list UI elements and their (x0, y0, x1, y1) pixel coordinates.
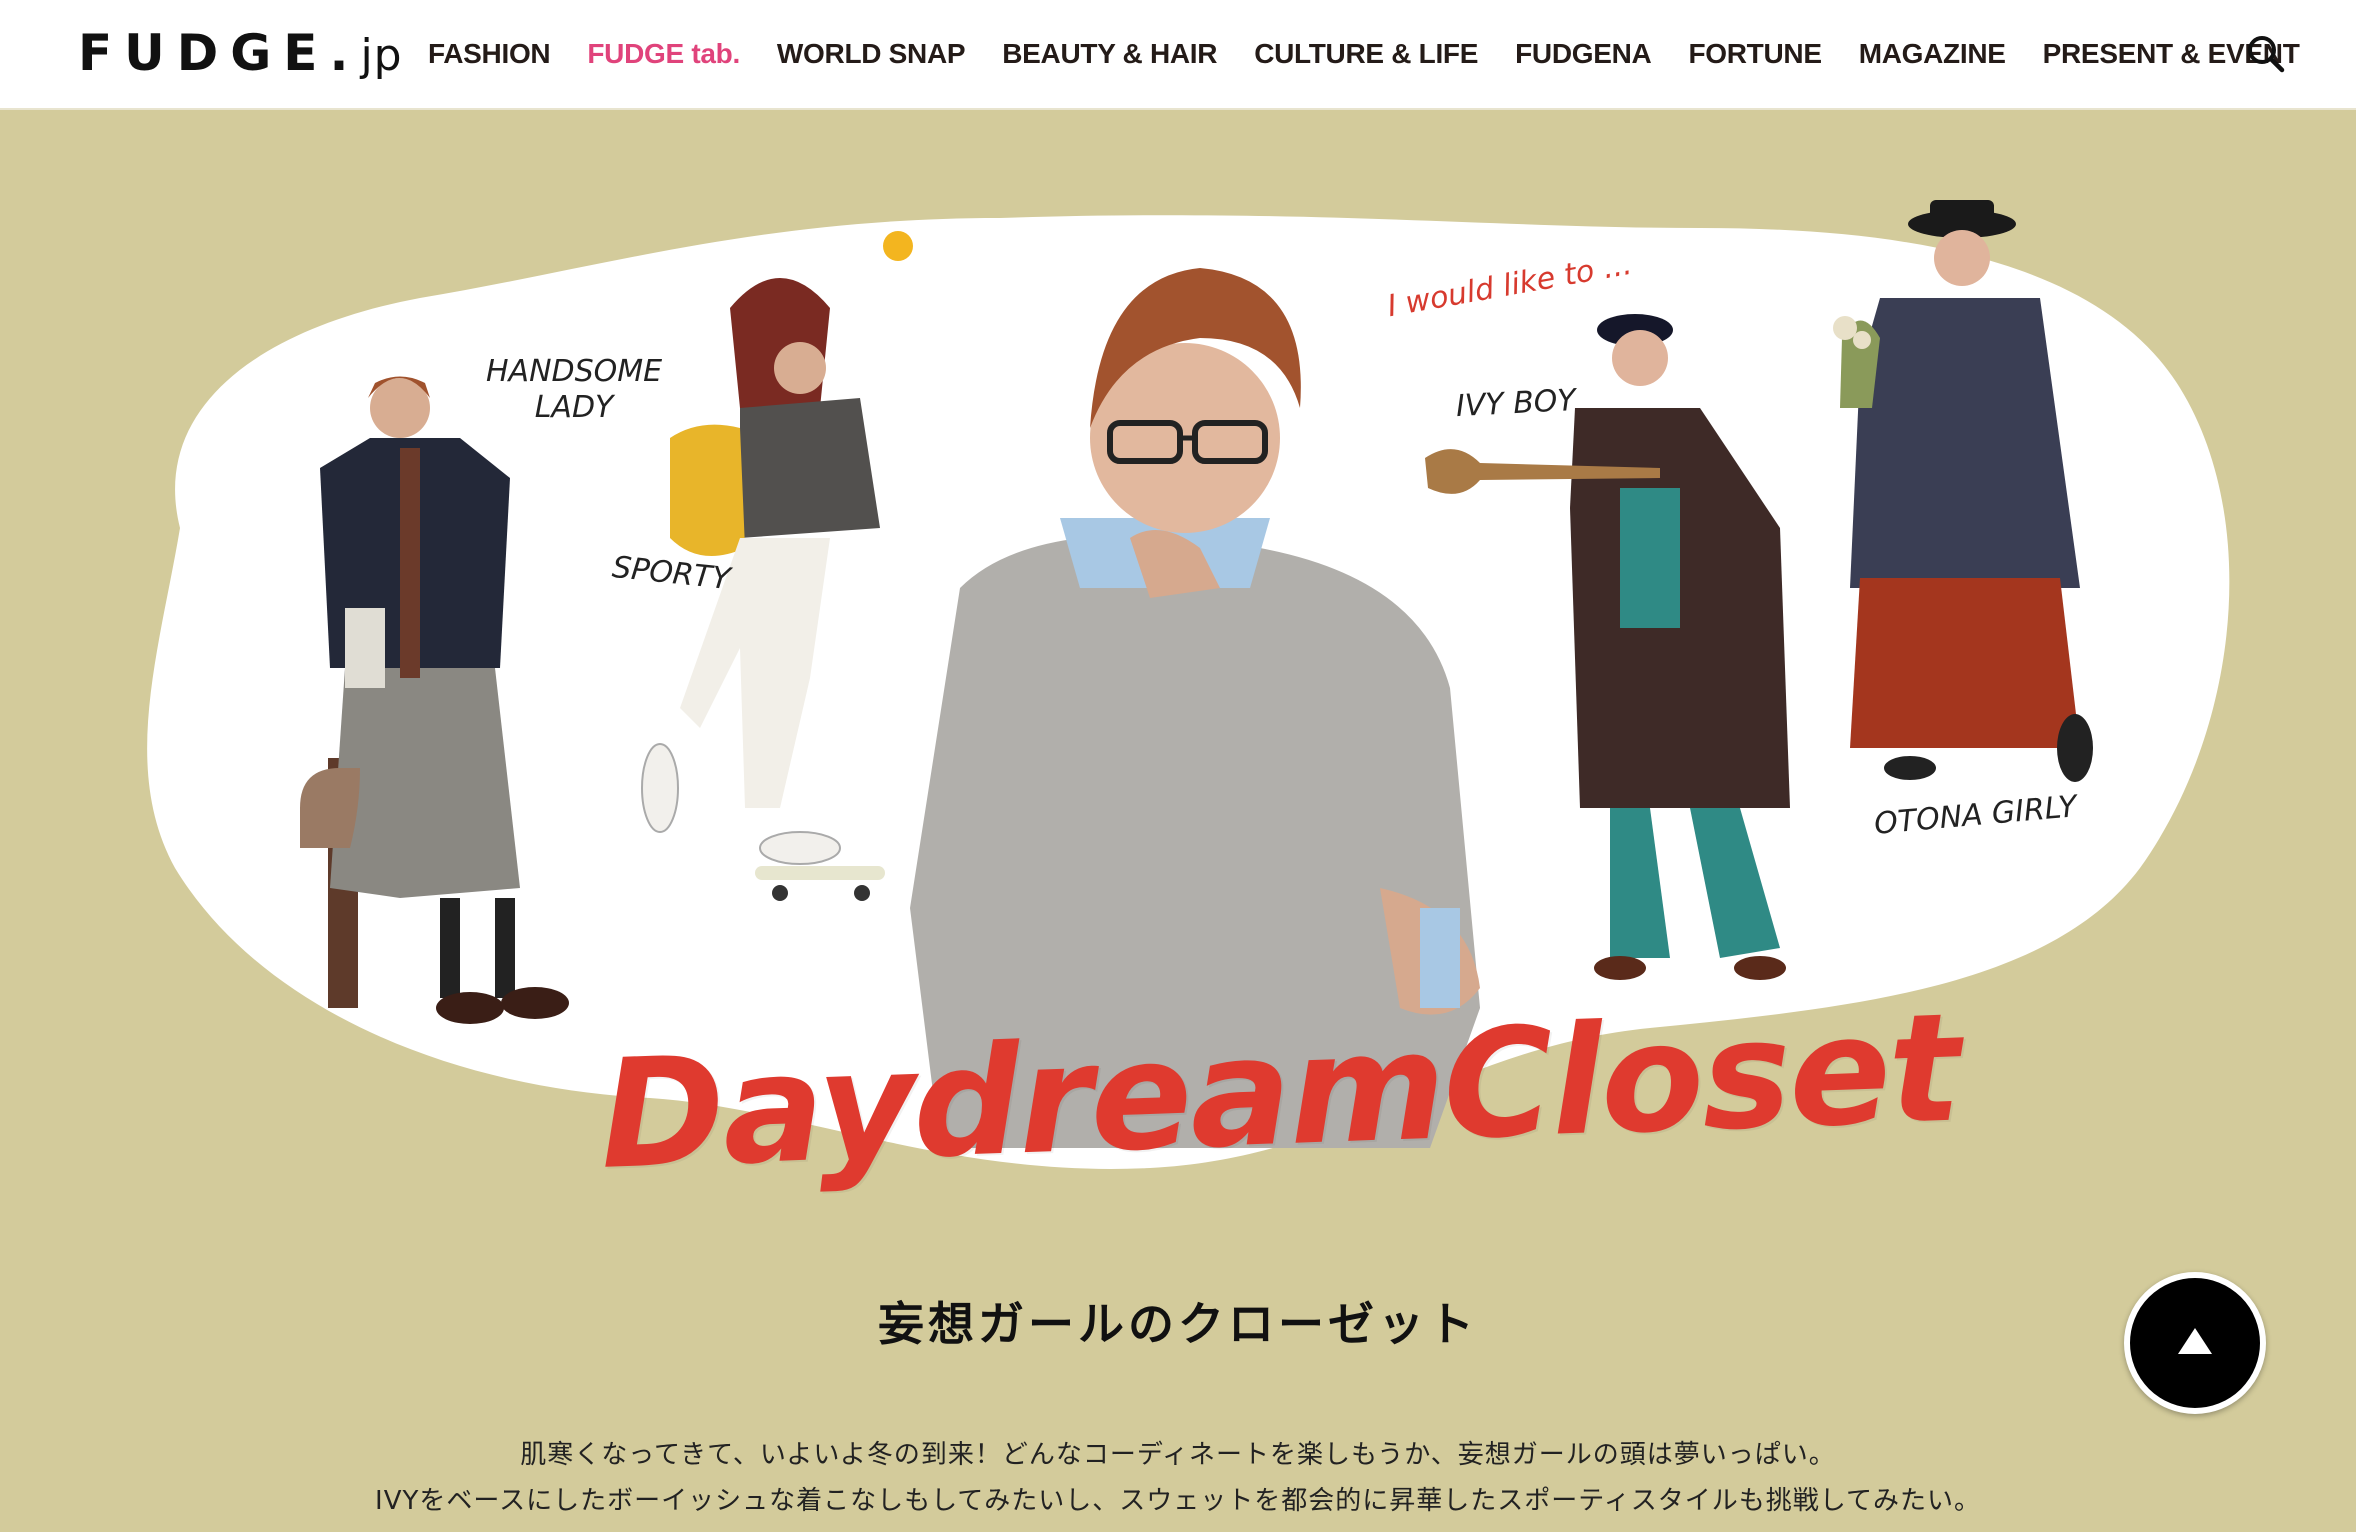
intro-line-1: 肌寒くなってきて、いよいよ冬の到来！どんなコーディネートを楽しもうか、妄想ガール… (520, 1440, 1836, 1470)
tag-ivy-boy: IVY BOY (1455, 382, 1577, 425)
search-icon[interactable] (2244, 32, 2288, 76)
intro-line-2: IVYをベースにしたボーイッシュな着こなしもしてみたいし、スウェットを都会的に昇… (375, 1486, 1981, 1516)
nav-beauty-hair[interactable]: BEAUTY & HAIR (1002, 38, 1217, 70)
nav-fashion[interactable]: FASHION (428, 38, 551, 70)
main-nav: FASHION FUDGE tab. WORLD SNAP BEAUTY & H… (428, 0, 2300, 108)
tag-handsome-lady: HANDSOME LADY (486, 354, 662, 426)
tag-handsome-line2: LADY (534, 390, 614, 425)
page-heading: 妄想ガールのクローゼット (878, 1297, 1478, 1351)
nav-fudge-tab[interactable]: FUDGE tab. (587, 38, 740, 70)
nav-magazine[interactable]: MAGAZINE (1859, 38, 2006, 70)
nav-world-snap[interactable]: WORLD SNAP (777, 38, 966, 70)
back-to-top-button[interactable] (2124, 1272, 2266, 1414)
nav-fortune[interactable]: FORTUNE (1688, 38, 1822, 70)
site-header: FUDGE. jp FASHION FUDGE tab. WORLD SNAP … (0, 0, 2356, 110)
tag-handsome-line1: HANDSOME (486, 354, 663, 389)
logo-sub: jp (360, 30, 403, 81)
arrow-up-icon (2178, 1328, 2212, 1354)
nav-fudgena[interactable]: FUDGENA (1515, 38, 1652, 70)
logo-main: FUDGE. (78, 24, 361, 82)
site-logo[interactable]: FUDGE. jp (78, 24, 403, 84)
hero-banner: HANDSOME LADY SPORTY I would like to ...… (0, 108, 2356, 1203)
nav-culture-life[interactable]: CULTURE & LIFE (1254, 38, 1478, 70)
